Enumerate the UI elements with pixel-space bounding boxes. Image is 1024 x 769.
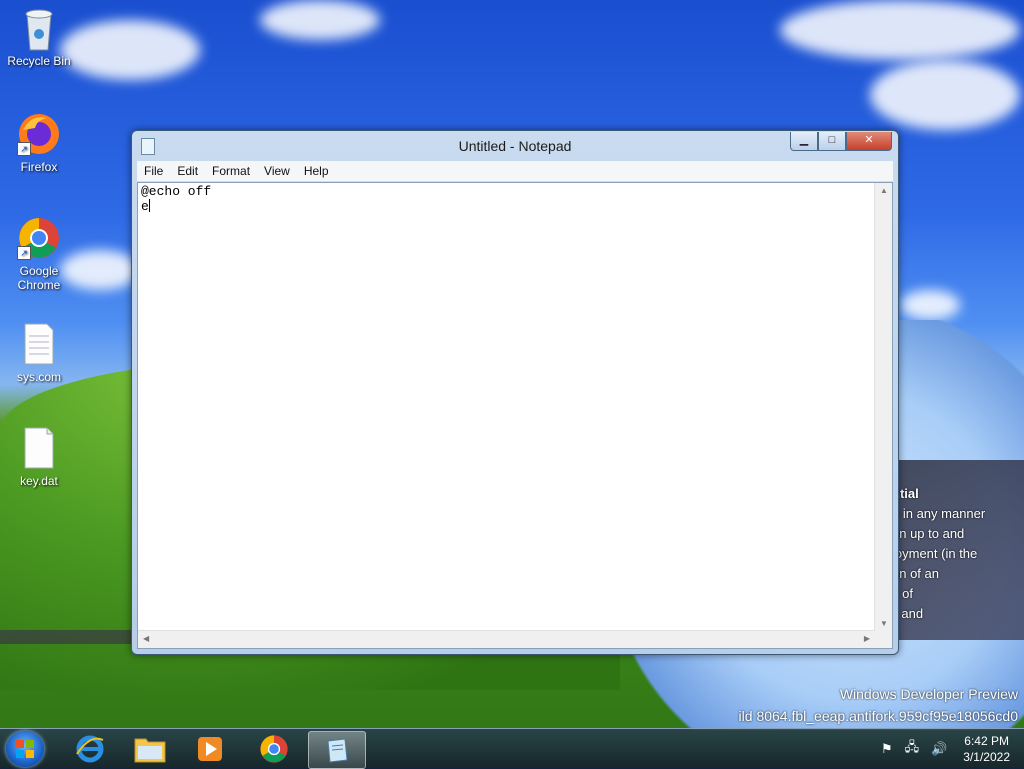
horizon-strip bbox=[0, 630, 140, 644]
cloud bbox=[780, 0, 1020, 60]
vertical-scrollbar[interactable]: ▲ ▼ bbox=[874, 183, 892, 631]
firefox-icon: ↗ bbox=[17, 112, 61, 156]
taskbar-notepad[interactable] bbox=[308, 731, 366, 769]
overlay-line: on up to and bbox=[892, 526, 965, 541]
close-button[interactable]: ✕ bbox=[846, 132, 892, 151]
scrollbar-corner bbox=[875, 631, 892, 648]
cloud bbox=[870, 60, 1020, 130]
cloud bbox=[900, 290, 960, 320]
text-editor[interactable]: @echo off e ▲ ▼ ◀ ▶ bbox=[137, 182, 893, 649]
volume-icon[interactable]: 🔊 bbox=[931, 741, 947, 757]
taskbar-media-player[interactable] bbox=[182, 731, 238, 767]
clock[interactable]: 6:42 PM 3/1/2022 bbox=[953, 733, 1024, 765]
window-title: Untitled - Notepad bbox=[458, 138, 572, 154]
overlay-line: on of an bbox=[892, 566, 939, 581]
desktop-icon-firefox[interactable]: ↗ Firefox bbox=[4, 112, 74, 174]
desktop-icon-key-dat[interactable]: key.dat bbox=[4, 426, 74, 488]
desktop-icon-label: Firefox bbox=[20, 160, 58, 174]
recycle-bin-icon bbox=[17, 6, 61, 51]
menu-view[interactable]: View bbox=[257, 161, 297, 181]
editor-line: @echo off bbox=[141, 184, 212, 199]
scroll-down-arrow-icon[interactable]: ▼ bbox=[880, 619, 888, 628]
clock-time: 6:42 PM bbox=[964, 734, 1009, 748]
chrome-icon: ↗ bbox=[17, 216, 61, 260]
menu-file[interactable]: File bbox=[137, 161, 170, 181]
desktop-icon-label: Google Chrome bbox=[17, 264, 61, 292]
desktop-icon-label: key.dat bbox=[20, 474, 58, 488]
overlay-line: loyment (in the bbox=[892, 546, 978, 561]
start-button[interactable] bbox=[6, 731, 44, 767]
file-icon bbox=[17, 426, 61, 470]
taskbar-file-explorer[interactable] bbox=[122, 731, 178, 767]
title-bar[interactable]: Untitled - Notepad ▁ □ ✕ bbox=[132, 131, 898, 161]
menu-edit[interactable]: Edit bbox=[170, 161, 205, 181]
scroll-up-arrow-icon[interactable]: ▲ bbox=[880, 186, 888, 195]
scroll-right-arrow-icon[interactable]: ▶ bbox=[864, 634, 870, 643]
notepad-window[interactable]: Untitled - Notepad ▁ □ ✕ File Edit Forma… bbox=[131, 130, 899, 655]
horizontal-scrollbar[interactable]: ◀ ▶ bbox=[138, 630, 875, 648]
notepad-icon bbox=[327, 738, 348, 763]
scroll-left-arrow-icon[interactable]: ◀ bbox=[143, 634, 149, 643]
text-caret bbox=[148, 199, 150, 212]
taskbar-chrome[interactable] bbox=[246, 731, 302, 767]
cloud bbox=[60, 20, 200, 80]
desktop-icon-recycle-bin[interactable]: Recycle Bin bbox=[4, 6, 74, 68]
action-center-flag-icon[interactable]: ⚑ bbox=[881, 741, 893, 757]
desktop-icon-label: sys.com bbox=[16, 370, 61, 384]
media-player-icon bbox=[198, 737, 222, 761]
taskbar: ⚑ 🖧 🔊 6:42 PM 3/1/2022 bbox=[0, 728, 1024, 769]
desktop-icon-chrome[interactable]: ↗ Google Chrome bbox=[4, 216, 74, 292]
editor-content[interactable]: @echo off e bbox=[141, 185, 211, 214]
menu-help[interactable]: Help bbox=[297, 161, 336, 181]
shortcut-arrow-icon: ↗ bbox=[17, 246, 31, 260]
taskbar-internet-explorer[interactable] bbox=[62, 731, 118, 767]
overlay-line: e in any manner bbox=[892, 506, 986, 521]
file-explorer-icon bbox=[134, 738, 166, 763]
minimize-button[interactable]: ▁ bbox=[790, 132, 818, 151]
menu-format[interactable]: Format bbox=[205, 161, 257, 181]
system-tray: ⚑ 🖧 🔊 6:42 PM 3/1/2022 bbox=[875, 729, 1024, 769]
chrome-icon bbox=[260, 735, 288, 763]
menu-bar: File Edit Format View Help bbox=[137, 161, 893, 182]
cloud bbox=[260, 0, 380, 40]
shortcut-arrow-icon: ↗ bbox=[17, 142, 31, 156]
desktop-icon-label: Recycle Bin bbox=[7, 54, 71, 68]
window-controls: ▁ □ ✕ bbox=[790, 132, 892, 151]
clock-date: 3/1/2022 bbox=[963, 750, 1010, 764]
maximize-button[interactable]: □ bbox=[818, 132, 846, 151]
internet-explorer-icon bbox=[76, 735, 104, 763]
watermark-line: ild 8064.fbl_eeap.antifork.959cf95e18056… bbox=[738, 708, 1018, 724]
windows-logo-icon bbox=[16, 740, 34, 758]
watermark-line: Windows Developer Preview bbox=[839, 686, 1018, 702]
desktop-icon-sys-com[interactable]: sys.com bbox=[4, 322, 74, 384]
editor-line: e bbox=[141, 199, 149, 214]
network-icon[interactable]: 🖧 bbox=[905, 738, 920, 760]
file-icon bbox=[17, 322, 61, 366]
